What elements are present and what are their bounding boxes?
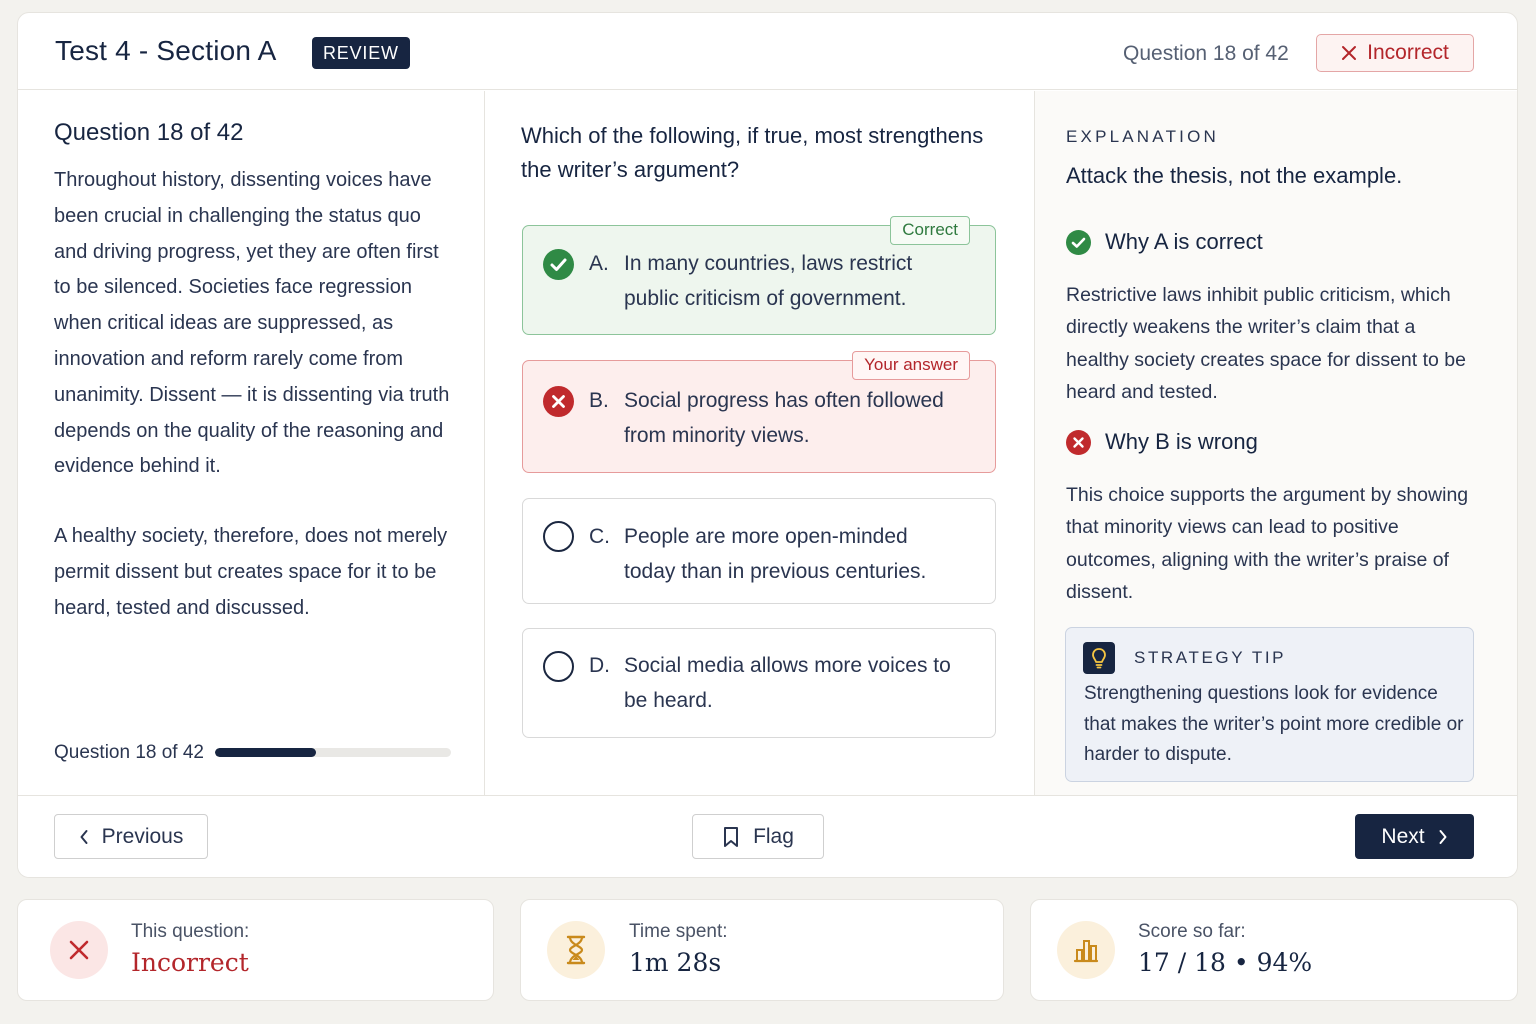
stat-value: 1m 28s bbox=[629, 948, 722, 977]
passage-text: Throughout history, dissenting voices ha… bbox=[54, 163, 454, 627]
stat-card-question: This question: Incorrect bbox=[17, 899, 494, 1001]
close-icon bbox=[1342, 46, 1357, 60]
x-circle-icon bbox=[543, 386, 574, 417]
page-title: Test 4 - Section A bbox=[55, 35, 277, 66]
question-panel: Which of the following, if true, most st… bbox=[485, 91, 1035, 795]
previous-button[interactable]: Previous bbox=[54, 814, 208, 859]
explanation-title: Attack the thesis, not the example. bbox=[1066, 163, 1403, 188]
stat-value: 17 / 18 • 94% bbox=[1138, 948, 1313, 977]
choice-letter: B. bbox=[589, 389, 609, 412]
stat-value: Incorrect bbox=[131, 948, 249, 977]
flag-button[interactable]: Flag bbox=[692, 814, 824, 859]
check-circle-icon bbox=[543, 249, 574, 280]
choice-text: People are more open-minded today than i… bbox=[624, 525, 927, 583]
status-label: Incorrect bbox=[1367, 41, 1449, 64]
hourglass-icon bbox=[547, 921, 605, 979]
next-label: Next bbox=[1381, 824, 1425, 848]
choice-letter: A. bbox=[589, 252, 609, 275]
why-correct-body: Restrictive laws inhibit public criticis… bbox=[1066, 284, 1466, 403]
your-answer-tag: Your answer bbox=[852, 351, 970, 380]
status-badge: Incorrect bbox=[1316, 34, 1474, 72]
radio-empty-icon bbox=[543, 521, 574, 552]
radio-empty-icon bbox=[543, 651, 574, 682]
stat-card-time: Time spent: 1m 28s bbox=[520, 899, 1004, 1001]
strategy-tip: STRATEGY TIP Strengthening questions loo… bbox=[1065, 627, 1474, 782]
bookmark-icon bbox=[724, 826, 739, 847]
choice-a[interactable]: Correct A. In many countries, laws restr… bbox=[522, 216, 996, 335]
choice-c[interactable]: C. People are more open-minded today tha… bbox=[522, 498, 996, 604]
previous-label: Previous bbox=[101, 824, 184, 848]
correct-tag: Correct bbox=[890, 216, 970, 245]
stat-label: This question: bbox=[131, 921, 250, 942]
flag-label: Flag bbox=[753, 824, 794, 848]
footer-nav: Previous Flag Next bbox=[18, 795, 1517, 877]
explanation-panel: EXPLANATION Attack the thesis, not the e… bbox=[1035, 91, 1517, 795]
x-circle-icon bbox=[1066, 429, 1091, 455]
choice-b[interactable]: Your answer B. Social progress has often… bbox=[522, 351, 996, 473]
tip-label: STRATEGY TIP bbox=[1134, 648, 1287, 667]
chevron-right-icon bbox=[1439, 829, 1447, 844]
header: Test 4 - Section A REVIEW Question 18 of… bbox=[18, 13, 1517, 90]
review-badge: REVIEW bbox=[312, 37, 410, 69]
progress-label: Question 18 of 42 bbox=[54, 742, 204, 763]
choice-d[interactable]: D. Social media allows more voices to be… bbox=[522, 628, 996, 738]
choice-text: Social progress has often followed from … bbox=[624, 389, 944, 447]
choice-text: Social media allows more voices to be he… bbox=[624, 654, 951, 712]
choice-letter: C. bbox=[589, 525, 610, 548]
progress-fill bbox=[215, 748, 317, 757]
x-icon bbox=[50, 921, 108, 979]
why-correct-title: Why A is correct bbox=[1105, 229, 1263, 254]
progress-bar bbox=[215, 748, 451, 757]
stat-label: Time spent: bbox=[629, 921, 728, 942]
why-wrong-heading: Why B is wrong bbox=[1066, 429, 1258, 455]
choice-text: In many countries, laws restrict public … bbox=[624, 252, 913, 310]
passage-heading: Question 18 of 42 bbox=[54, 119, 244, 146]
next-button[interactable]: Next bbox=[1355, 814, 1474, 859]
passage-panel: Question 18 of 42 Throughout history, di… bbox=[18, 91, 485, 795]
check-circle-icon bbox=[1066, 229, 1091, 255]
review-card: Test 4 - Section A REVIEW Question 18 of… bbox=[17, 12, 1518, 878]
question-counter: Question 18 of 42 bbox=[1123, 42, 1289, 65]
stat-card-score: Score so far: 17 / 18 • 94% bbox=[1030, 899, 1518, 1001]
tip-text: Strengthening questions look for evidenc… bbox=[1084, 683, 1464, 765]
choice-letter: D. bbox=[589, 654, 610, 677]
bar-chart-icon bbox=[1057, 921, 1115, 979]
why-wrong-body: This choice supports the argument by sho… bbox=[1066, 484, 1469, 603]
question-text: Which of the following, if true, most st… bbox=[521, 123, 984, 182]
passage-paragraph: A healthy society, therefore, does not m… bbox=[54, 525, 448, 619]
chevron-left-icon bbox=[80, 829, 88, 844]
why-correct-heading: Why A is correct bbox=[1066, 229, 1263, 255]
why-wrong-title: Why B is wrong bbox=[1105, 429, 1258, 454]
passage-paragraph: Throughout history, dissenting voices ha… bbox=[54, 169, 450, 478]
explanation-kicker: EXPLANATION bbox=[1066, 127, 1219, 146]
lightbulb-icon bbox=[1083, 642, 1115, 674]
stat-label: Score so far: bbox=[1138, 921, 1246, 942]
